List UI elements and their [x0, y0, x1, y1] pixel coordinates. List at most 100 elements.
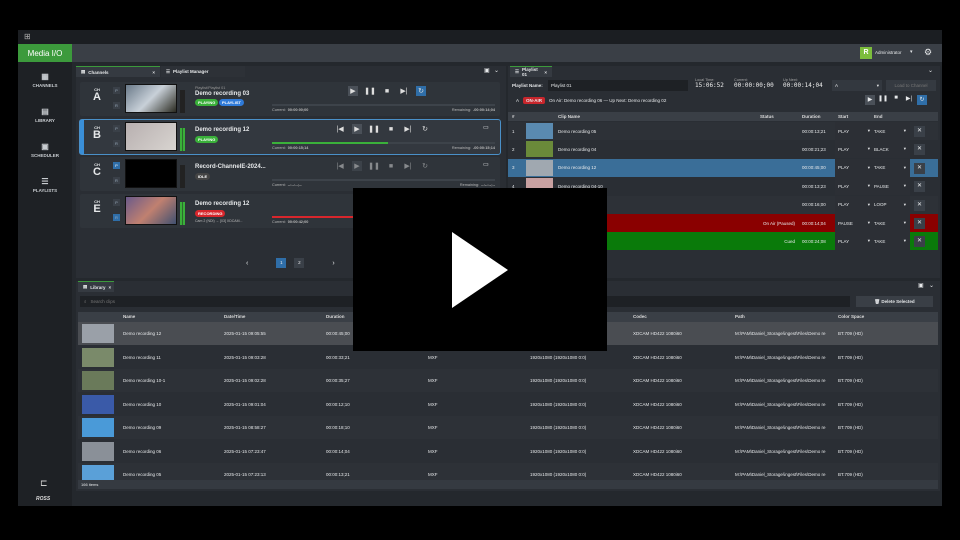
pause-button[interactable]: ❚❚ [368, 124, 380, 134]
start-select[interactable]: PLAY ▾ [835, 140, 874, 159]
end-select[interactable]: PAUSE ▾ [871, 177, 910, 196]
next-button[interactable]: ▶| [403, 161, 413, 171]
record-toggle[interactable]: R [113, 102, 120, 109]
sidebar-item-playlists[interactable]: ☰ PLAYLISTS [18, 177, 72, 193]
apps-grid-icon[interactable]: ⊞ [24, 32, 31, 41]
loop-button[interactable]: ↻ [420, 124, 430, 134]
start-select[interactable]: PLAY ▾ [835, 158, 874, 177]
end-select[interactable]: LOOP ▾ [871, 195, 910, 214]
play-button[interactable]: ▶ [865, 95, 875, 105]
remove-button[interactable]: ✕ [914, 144, 925, 156]
remove-button[interactable]: ✕ [914, 199, 925, 211]
collapse-sidebar-icon[interactable]: ⊏ [40, 478, 48, 489]
stop-button[interactable]: ■ [386, 161, 396, 171]
pause-button[interactable]: ❚❚ [364, 86, 376, 96]
start-select[interactable]: PLAY ▾ [835, 232, 874, 251]
col-color-space[interactable]: Color Space [838, 314, 864, 319]
next-button[interactable]: ▶| [403, 124, 413, 134]
stop-button[interactable]: ■ [386, 124, 396, 134]
play-icon[interactable] [353, 188, 607, 351]
col-path[interactable]: Path [735, 314, 745, 319]
loop-button[interactable]: ↻ [416, 86, 426, 96]
record-toggle[interactable]: R [113, 177, 120, 184]
monitor-icon[interactable]: ▭ [483, 124, 489, 131]
avatar[interactable]: R [860, 47, 872, 59]
library-row[interactable]: Demo recording 05 2025-01-15 07:23:13 00:0… [78, 463, 938, 480]
library-row[interactable]: Demo recording 06 2025-01-15 07:23:47 00:0… [78, 439, 938, 463]
preview-toggle[interactable]: P [113, 199, 120, 206]
layout-icon[interactable]: ▣ [484, 67, 490, 74]
previous-button[interactable]: |◀ [335, 124, 345, 134]
tab-playlist[interactable]: ☰ Playlist 01 × [510, 66, 552, 77]
delete-selected-button[interactable]: 🗑 Delete Selected [856, 296, 933, 307]
load-to-channel-button[interactable]: Load to Channel [886, 80, 936, 91]
page-1-button[interactable]: 1 [276, 258, 287, 268]
library-row[interactable]: Demo recording 10-1 2025-01-15 09:02:28 00… [78, 369, 938, 392]
tab-library[interactable]: ▤ Library × [78, 281, 114, 292]
col-date-time[interactable]: Date/Time [224, 314, 245, 319]
page-2-button[interactable]: 2 [294, 258, 305, 268]
user-menu[interactable]: Administrator [875, 50, 902, 55]
start-select[interactable]: PLAY ▾ [835, 195, 874, 214]
remove-button[interactable]: ✕ [914, 236, 925, 248]
pause-button[interactable]: ❚❚ [368, 161, 380, 171]
tab-channels[interactable]: ▤ Channels × [76, 66, 160, 77]
tab-playlist-manager[interactable]: ☰ Playlist Manager [161, 66, 245, 77]
col-codec[interactable]: Codec [633, 314, 647, 319]
prev-page-button[interactable]: ‹ [246, 260, 248, 267]
end-select[interactable]: TAKE ▾ [871, 232, 910, 251]
chevron-down-icon[interactable]: ▾ [910, 49, 913, 55]
monitor-icon[interactable]: ▭ [483, 161, 489, 168]
stop-button[interactable]: ■ [382, 86, 392, 96]
close-icon[interactable]: × [109, 285, 112, 290]
channel-select[interactable]: A ▾ [832, 80, 882, 91]
playlist-row[interactable]: 3 Demo recording 12 00:00:45;00 PLAY ▾ TAKE ▾ ✕ [508, 158, 938, 177]
remove-button[interactable]: ✕ [914, 218, 925, 229]
preview-toggle[interactable]: P [113, 125, 120, 132]
remove-button[interactable]: ✕ [914, 126, 925, 137]
close-icon[interactable]: × [152, 70, 155, 75]
record-toggle[interactable]: R [113, 214, 120, 221]
layout-icon[interactable]: ▣ [918, 282, 924, 289]
end-select[interactable]: TAKE ▾ [871, 214, 910, 232]
playlist-row[interactable]: 2 Demo recording 04 00:00:21;23 PLAY ▾ BLACK ▾… [508, 140, 938, 159]
end-select[interactable]: TAKE ▾ [871, 158, 910, 177]
record-toggle[interactable]: R [113, 140, 120, 147]
play-button[interactable]: ▶ [352, 124, 362, 134]
playlist-name-input[interactable]: Playlist 01 [548, 80, 688, 91]
pause-button[interactable]: ❚❚ [878, 95, 888, 105]
start-select[interactable]: PLAY ▾ [835, 122, 874, 140]
library-row[interactable]: Demo recording 09 2025-01-15 08:58:27 00:0… [78, 416, 938, 439]
remove-button[interactable]: ✕ [914, 162, 925, 174]
start-select[interactable]: PAUSE ▾ [835, 214, 874, 232]
channel-row[interactable]: CH C P R Record-ChannelE-2024... IDLE |◀ ▶ ❚❚ ■ ▶|… [80, 157, 500, 191]
loop-button[interactable]: ↻ [420, 161, 430, 171]
video-play-overlay[interactable] [353, 188, 607, 351]
col-name[interactable]: Name [123, 314, 135, 319]
start-select[interactable]: PLAY ▾ [835, 177, 874, 196]
play-button[interactable]: ▶ [352, 161, 362, 171]
previous-button[interactable]: |◀ [335, 161, 345, 171]
channel-row[interactable]: CH A P R Playlist/Playlist 01 Demo recording … [80, 82, 500, 116]
remove-button[interactable]: ✕ [914, 181, 925, 193]
end-select[interactable]: BLACK ▾ [871, 140, 910, 159]
channel-row[interactable]: CH B P R Demo recording 12 PLAYING |◀ ▶ ❚❚ ■ ▶| ↻ ▭ C… [79, 119, 501, 155]
next-button[interactable]: ▶| [904, 95, 914, 105]
close-icon[interactable]: × [544, 70, 547, 75]
sidebar-item-library[interactable]: ▤ LIBRARY [18, 107, 72, 123]
progress-bar[interactable] [272, 142, 495, 144]
gear-icon[interactable]: ⚙ [924, 47, 932, 58]
play-button[interactable]: ▶ [348, 86, 358, 96]
progress-bar[interactable] [272, 104, 495, 106]
end-select[interactable]: TAKE ▾ [871, 122, 910, 140]
chevron-down-icon[interactable]: ⌄ [929, 282, 934, 289]
library-row[interactable]: Demo recording 10 2025-01-15 09:01:04 00:0… [78, 392, 938, 416]
next-page-button[interactable]: › [332, 260, 334, 267]
preview-toggle[interactable]: P [113, 87, 120, 94]
chevron-down-icon[interactable]: ⌄ [494, 67, 499, 74]
stop-button[interactable]: ■ [891, 95, 901, 105]
col-duration[interactable]: Duration [326, 314, 345, 319]
chevron-down-icon[interactable]: ⌄ [928, 67, 933, 74]
sidebar-item-scheduler[interactable]: ▣ SCHEDULER [18, 142, 72, 158]
playlist-row[interactable]: 1 Demo recording 05 00:00:13;21 PLAY ▾ TAKE ▾ ✕ [508, 122, 938, 140]
